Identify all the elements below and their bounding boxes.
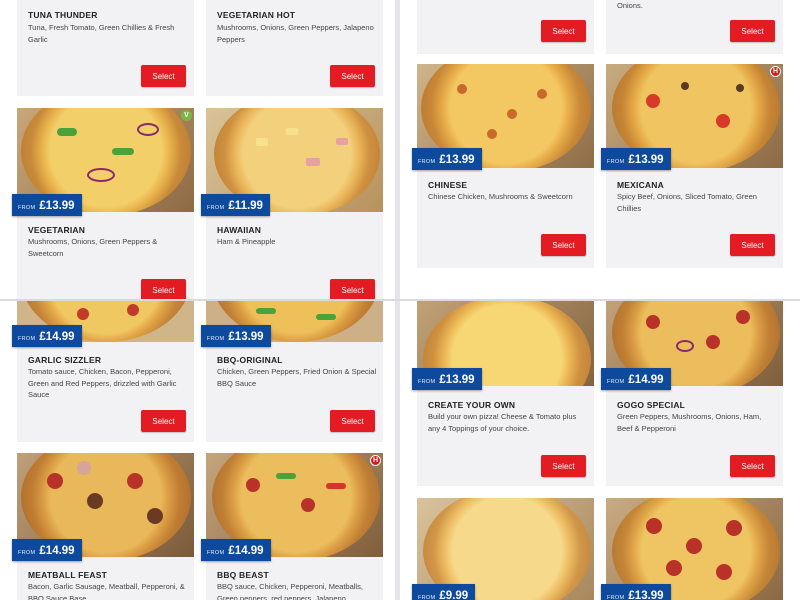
pizza-description: Build your own pizza! Cheese & Tomato pl… — [428, 412, 577, 433]
price-amount: £13.99 — [439, 374, 475, 386]
pizza-description: BBQ sauce, Chicken, Pepperoni, Meatballs… — [217, 582, 363, 600]
pizza-card-vegetarian-hot: VEGETARIAN HOT Mushrooms, Onions, Green … — [206, 0, 383, 96]
pizza-name: VEGETARIAN HOT — [217, 10, 296, 20]
select-button[interactable]: Select — [330, 65, 375, 87]
pane-seam — [0, 299, 800, 301]
select-button[interactable]: Select — [330, 410, 375, 432]
price-badge: FROM £13.99 — [601, 584, 671, 600]
price-from-label: FROM — [607, 159, 625, 165]
price-from-label: FROM — [418, 379, 436, 385]
menu-pane-left-bottom: FROM £14.99 GARLIC SIZZLER Tomato sauce,… — [0, 300, 395, 600]
price-amount: £13.99 — [439, 154, 475, 166]
price-amount: £9.99 — [439, 590, 469, 600]
price-from-label: FROM — [18, 336, 36, 342]
pizza-name: HAWAIIAN — [217, 225, 262, 235]
price-amount: £13.99 — [628, 154, 664, 166]
select-button[interactable]: Select — [541, 20, 586, 42]
price-badge: FROM £9.99 — [412, 584, 476, 600]
select-button[interactable]: Select — [730, 234, 775, 256]
price-badge: FROM £14.99 — [201, 539, 271, 561]
pizza-name: CHINESE — [428, 180, 468, 190]
price-amount: £14.99 — [39, 331, 75, 343]
select-button[interactable]: Select — [330, 279, 375, 300]
select-button[interactable]: Select — [541, 234, 586, 256]
pizza-name: MEXICANA — [617, 180, 664, 190]
pizza-description: Spicy Beef, Onions, Sliced Tomato, Green… — [617, 192, 757, 213]
pizza-card-chinese: FROM £13.99 CHINESE Chinese Chicken, Mus… — [412, 64, 594, 268]
price-amount: £13.99 — [228, 331, 264, 343]
pizza-card-mexicana: H FROM £13.99 MEXICANA Spicy Beef, Onion… — [601, 64, 783, 268]
pizza-description: Bacon, Garlic Sausage, Meatball, Peppero… — [28, 582, 185, 600]
price-badge: FROM £13.99 — [201, 325, 271, 347]
pizza-card-margherita: FROM £9.99 — [412, 498, 594, 600]
pizza-card-vegetarian: V FROM £13.99 VEGETARIAN Mushrooms, Onio… — [12, 108, 194, 300]
halal-badge-icon: H — [770, 66, 781, 77]
pizza-description: Chicken, Green Peppers, Fried Onion & Sp… — [217, 367, 377, 388]
price-amount: £13.99 — [628, 590, 664, 600]
pizza-name: MEATBALL FEAST — [28, 570, 107, 580]
pizza-name: VEGETARIAN — [28, 225, 86, 235]
pizza-name: GARLIC SIZZLER — [28, 355, 102, 365]
price-from-label: FROM — [207, 550, 225, 556]
price-from-label: FROM — [418, 159, 436, 165]
pizza-name: GOGO SPECIAL — [617, 400, 686, 410]
price-amount: £11.99 — [228, 200, 263, 212]
pizza-name: BBQ BEAST — [217, 570, 269, 580]
pizza-card-partial-right: Onions. Select — [606, 0, 783, 54]
pizza-card-gogo-special: FROM £14.99 GOGO SPECIAL Green Peppers, … — [601, 300, 783, 486]
select-button[interactable]: Select — [730, 20, 775, 42]
price-badge: FROM £13.99 — [12, 194, 82, 216]
price-badge: FROM £13.99 — [412, 148, 482, 170]
pizza-card-partial: Select — [417, 0, 594, 54]
select-button[interactable]: Select — [141, 410, 186, 432]
price-from-label: FROM — [607, 379, 625, 385]
pizza-card-hawaiian: FROM £11.99 HAWAIIAN Ham & Pineapple Sel… — [201, 108, 383, 300]
price-badge: FROM £13.99 — [412, 368, 482, 390]
price-badge: FROM £14.99 — [12, 539, 82, 561]
pizza-name: BBQ-ORIGINAL — [217, 355, 283, 365]
pizza-card-pepperoni: FROM £13.99 — [601, 498, 783, 600]
price-badge: FROM £14.99 — [12, 325, 82, 347]
pizza-description: Tuna, Fresh Tomato, Green Chillies & Fre… — [28, 23, 175, 44]
vegetarian-badge-icon: V — [181, 110, 192, 121]
pizza-description: Tomato sauce, Chicken, Bacon, Pepperoni,… — [28, 367, 177, 399]
price-badge: FROM £14.99 — [601, 368, 671, 390]
pizza-description: Mushrooms, Onions, Green Peppers, Jalape… — [217, 23, 374, 44]
select-button[interactable]: Select — [141, 65, 186, 87]
pizza-card-create-your-own: H FROM £13.99 CREATE YOUR OWN Build your… — [412, 300, 594, 486]
menu-pane-right-top: Select Onions. Select FROM £13.99 CHINES… — [400, 0, 800, 300]
price-from-label: FROM — [418, 595, 436, 600]
price-from-label: FROM — [607, 595, 625, 600]
pizza-card-meatball-feast: FROM £14.99 MEATBALL FEAST Bacon, Garlic… — [12, 453, 194, 600]
select-button[interactable]: Select — [541, 455, 586, 477]
pizza-description: Mushrooms, Onions, Green Peppers & Sweet… — [28, 237, 158, 258]
price-badge: FROM £13.99 — [601, 148, 671, 170]
price-from-label: FROM — [207, 336, 225, 342]
pizza-description: Onions. — [617, 1, 643, 10]
price-badge: FROM £11.99 — [201, 194, 270, 216]
pizza-card-bbq-beast: H FROM £14.99 BBQ BEAST BBQ sauce, Chick… — [201, 453, 383, 600]
pizza-card-tuna-thunder: TUNA THUNDER Tuna, Fresh Tomato, Green C… — [17, 0, 194, 96]
menu-pane-left-top: TUNA THUNDER Tuna, Fresh Tomato, Green C… — [0, 0, 395, 300]
pizza-card-bbq-original: FROM £13.99 BBQ-ORIGINAL Chicken, Green … — [201, 300, 383, 442]
price-amount: £14.99 — [628, 374, 664, 386]
pizza-description: Ham & Pineapple — [217, 237, 276, 246]
halal-badge-icon: H — [370, 455, 381, 466]
pizza-description: Green Peppers, Mushrooms, Onions, Ham, B… — [617, 412, 762, 433]
menu-pane-right-bottom: H FROM £13.99 CREATE YOUR OWN Build your… — [400, 300, 800, 600]
pizza-name: CREATE YOUR OWN — [428, 400, 516, 410]
price-amount: £14.99 — [39, 545, 75, 557]
price-amount: £13.99 — [39, 200, 75, 212]
pizza-description: Chinese Chicken, Mushrooms & Sweetcorn — [428, 192, 573, 201]
price-from-label: FROM — [18, 550, 36, 556]
price-from-label: FROM — [18, 205, 36, 211]
price-amount: £14.99 — [228, 545, 264, 557]
select-button[interactable]: Select — [730, 455, 775, 477]
pizza-card-garlic-sizzler: FROM £14.99 GARLIC SIZZLER Tomato sauce,… — [12, 300, 194, 442]
pizza-name: TUNA THUNDER — [28, 10, 98, 20]
price-from-label: FROM — [207, 205, 225, 211]
select-button[interactable]: Select — [141, 279, 186, 300]
